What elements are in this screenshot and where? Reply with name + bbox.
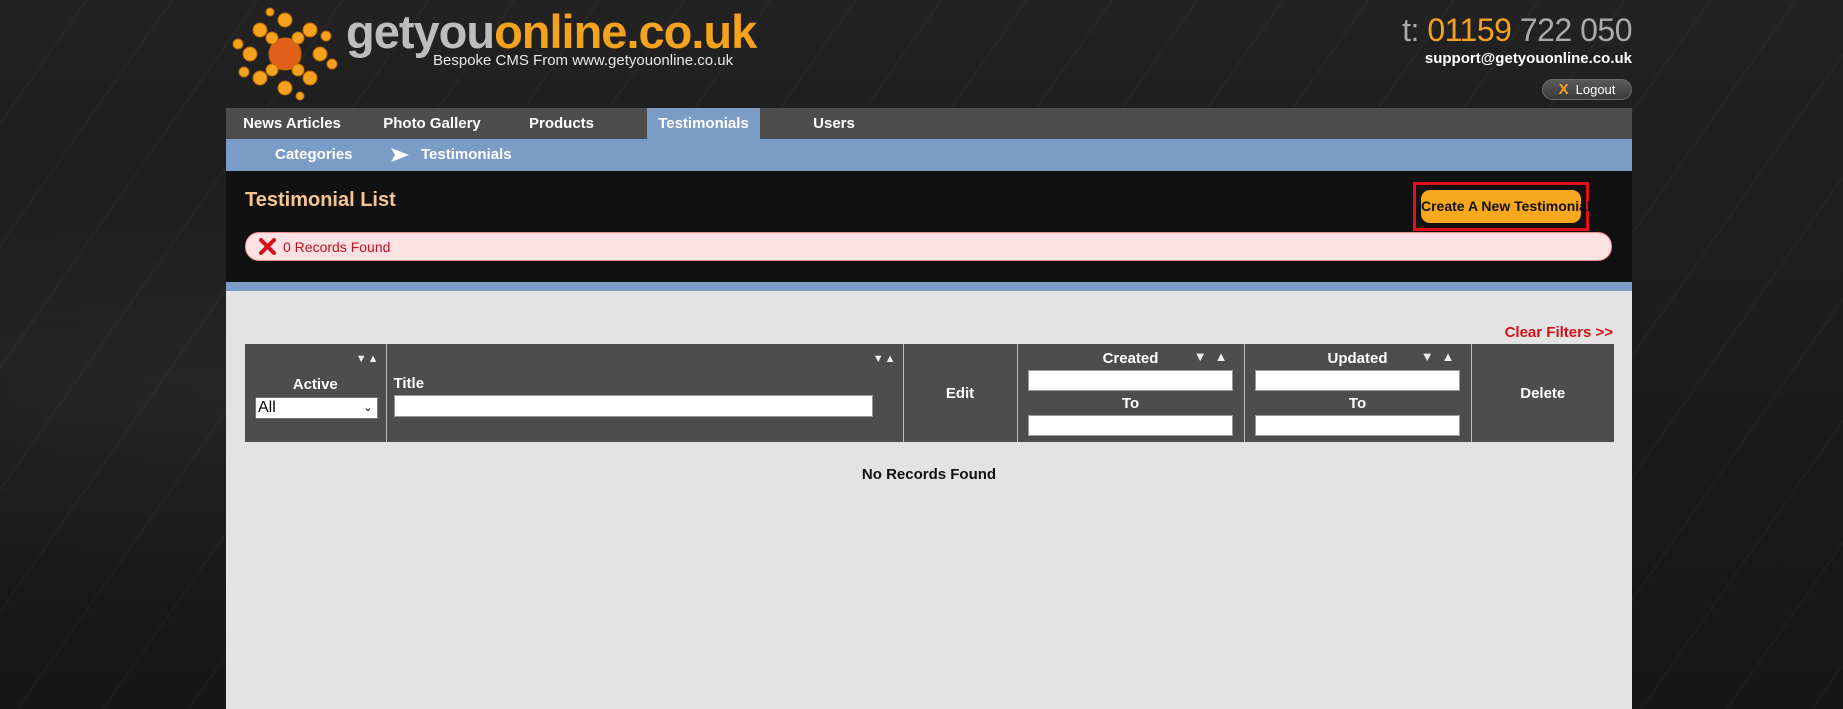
column-title: ▼▲ Title <box>385 344 903 442</box>
sub-nav: Categories Testimonials <box>226 139 1632 171</box>
active-filter-select[interactable]: All ⌄ <box>255 396 378 419</box>
column-created: ▼▲ Created To <box>1016 344 1244 442</box>
nav-item-products[interactable]: Products <box>506 108 617 139</box>
column-updated: ▼▲ Updated To <box>1243 344 1471 442</box>
logout-button[interactable]: X Logout <box>1542 79 1632 100</box>
sort-icon[interactable]: ▼▲ <box>1194 349 1236 364</box>
sort-icon[interactable]: ▼▲ <box>1421 349 1463 364</box>
phone-rest: 722 050 <box>1519 12 1633 48</box>
brand-name: getyouonline.co.uk <box>346 5 757 58</box>
subnav-item-testimonials[interactable]: Testimonials <box>421 139 512 171</box>
column-active-label: Active <box>292 375 338 393</box>
column-title-label: Title <box>393 375 425 392</box>
alert-text: 0 Records Found <box>283 239 391 255</box>
divider-strip <box>226 282 1632 291</box>
arrow-right-icon <box>390 147 410 163</box>
chevron-down-icon: ⌄ <box>363 402 373 414</box>
clear-filters-link[interactable]: Clear Filters >> <box>1505 324 1613 341</box>
active-filter-value: All <box>258 398 276 416</box>
brand-part2: online.co.uk <box>494 5 757 58</box>
updated-to-label: To <box>1348 395 1367 412</box>
updated-from-input[interactable] <box>1254 370 1460 391</box>
nav-item-users[interactable]: Users <box>781 108 887 139</box>
subnav-item-categories[interactable]: Categories <box>275 139 353 171</box>
created-to-label: To <box>1121 395 1140 412</box>
created-from-input[interactable] <box>1027 370 1233 391</box>
no-records-message: No Records Found <box>861 466 997 483</box>
phone-prefix: t: <box>1402 12 1419 48</box>
content-area: Clear Filters >> ▼▲ Active All ⌄ ▼▲ Titl… <box>226 291 1632 709</box>
support-email: support@getyouonline.co.uk <box>1424 50 1632 67</box>
updated-to-input[interactable] <box>1254 415 1460 436</box>
created-to-input[interactable] <box>1027 415 1233 436</box>
create-testimonial-button[interactable]: Create A New Testimonial <box>1421 190 1591 223</box>
testimonials-table: ▼▲ Active All ⌄ ▼▲ Title Edit ▼▲ Created <box>245 344 1614 442</box>
create-button-highlight: Create A New Testimonial <box>1413 182 1591 231</box>
brand-part1: getyou <box>346 5 495 58</box>
error-x-icon <box>259 238 276 255</box>
phone-highlight: 01159 <box>1427 12 1512 48</box>
sort-icon[interactable]: ▼▲ <box>356 353 380 365</box>
page-title: Testimonial List <box>245 189 396 211</box>
main-nav: News Articles Photo Gallery Products Tes… <box>226 108 1632 139</box>
sort-icon[interactable]: ▼▲ <box>873 353 897 365</box>
tagline: Bespoke CMS From www.getyouonline.co.uk <box>433 52 734 69</box>
logout-x-icon: X <box>1558 81 1569 98</box>
column-edit: Edit <box>902 344 1017 442</box>
logo-icon <box>230 6 340 102</box>
title-filter-input[interactable] <box>393 395 873 417</box>
records-alert: 0 Records Found <box>245 232 1612 261</box>
phone-number: t: 01159 722 050 <box>1402 10 1632 50</box>
logout-label: Logout <box>1575 82 1616 97</box>
column-active: ▼▲ Active All ⌄ <box>245 344 386 442</box>
nav-item-photo-gallery[interactable]: Photo Gallery <box>358 108 506 139</box>
column-delete: Delete <box>1470 344 1614 442</box>
nav-item-news-articles[interactable]: News Articles <box>226 108 358 139</box>
page: getyouonline.co.uk Bespoke CMS From www.… <box>226 0 1633 709</box>
title-area: Testimonial List Create A New Testimonia… <box>226 171 1632 282</box>
nav-item-testimonials[interactable]: Testimonials <box>647 108 760 139</box>
